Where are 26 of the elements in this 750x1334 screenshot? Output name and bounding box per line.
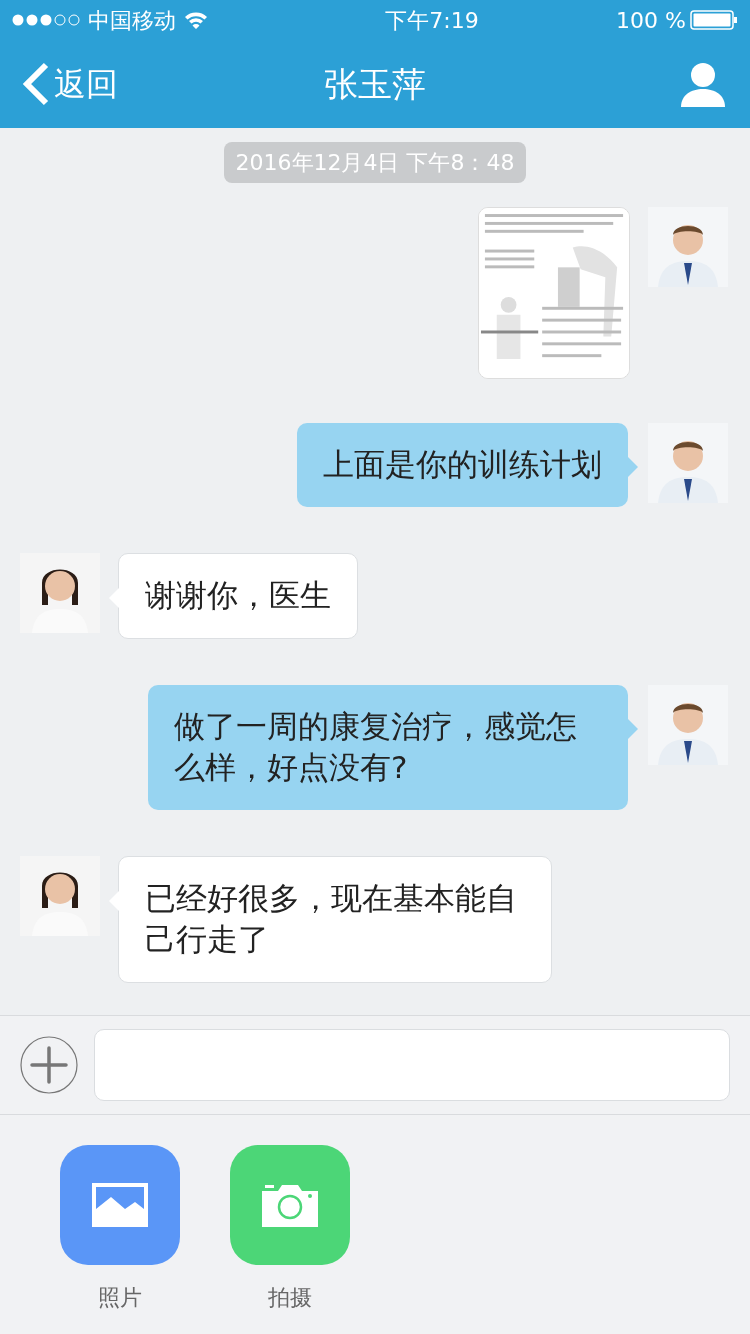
chevron-left-icon bbox=[22, 62, 50, 106]
battery-icon bbox=[690, 10, 738, 30]
chat-title: 张玉萍 bbox=[324, 62, 426, 106]
action-label: 照片 bbox=[98, 1284, 142, 1312]
battery-percent: 100 % bbox=[616, 6, 686, 35]
bubble-tail bbox=[628, 719, 638, 739]
photo-button[interactable] bbox=[60, 1145, 180, 1265]
message-input[interactable] bbox=[94, 1029, 730, 1101]
action-label: 拍摄 bbox=[268, 1284, 312, 1312]
camera-icon bbox=[262, 1183, 318, 1227]
status-time: 下午7:19 bbox=[385, 6, 479, 35]
back-button[interactable]: 返回 bbox=[22, 60, 118, 108]
add-icon[interactable] bbox=[20, 1036, 78, 1094]
avatar[interactable] bbox=[648, 685, 728, 765]
bubble-tail bbox=[109, 891, 119, 911]
profile-icon[interactable] bbox=[680, 61, 726, 107]
bubble-tail bbox=[109, 588, 119, 608]
avatar[interactable] bbox=[648, 207, 728, 287]
wifi-icon bbox=[184, 11, 208, 29]
bubble-tail bbox=[628, 457, 638, 477]
carrier-name: 中国移动 bbox=[88, 6, 176, 35]
avatar[interactable] bbox=[20, 856, 100, 936]
avatar[interactable] bbox=[20, 553, 100, 633]
image-icon bbox=[92, 1183, 148, 1227]
signal-icon bbox=[12, 13, 80, 27]
avatar[interactable] bbox=[648, 423, 728, 503]
